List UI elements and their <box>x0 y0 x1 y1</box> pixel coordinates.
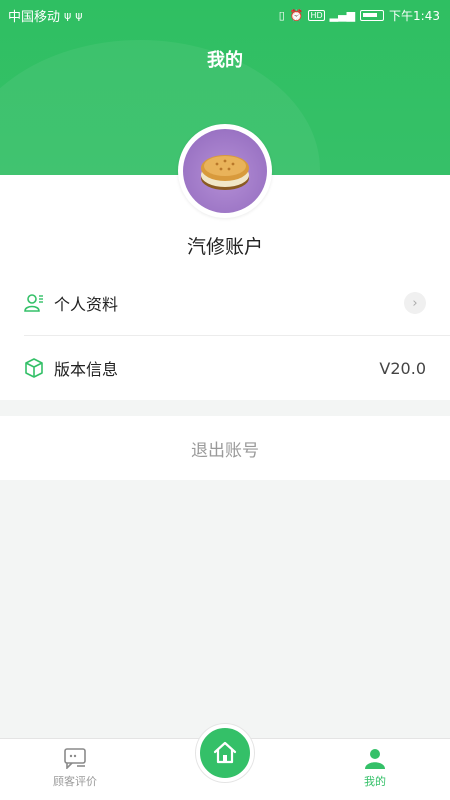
personal-info-label: 个人资料 <box>54 295 119 314</box>
hd-badge: HD <box>308 9 325 21</box>
user-profile-icon <box>24 294 43 312</box>
person-icon <box>365 749 385 769</box>
home-button[interactable] <box>196 724 254 782</box>
tab-customer-reviews-label: 顾客评价 <box>53 775 97 788</box>
home-icon <box>213 741 237 764</box>
carrier-label: 中国移动 <box>8 9 61 25</box>
box-icon <box>25 358 43 378</box>
alarm-icon: ⏰ <box>289 8 304 22</box>
battery-icon <box>360 9 385 21</box>
review-chat-icon <box>64 748 86 769</box>
signal-icon: ▂▄▆ <box>329 8 356 22</box>
cookie-icon <box>201 155 249 190</box>
vibrate-icon: ▯ <box>278 8 285 22</box>
usb-icon: ψ <box>64 8 72 22</box>
tab-mine[interactable]: 我的 <box>335 747 415 789</box>
version-value: V20.0 <box>379 358 426 378</box>
usb-debug-icon: ψ <box>75 8 83 22</box>
page-title: 我的 <box>207 50 243 71</box>
version-info-row: 版本信息 V20.0 <box>0 336 450 400</box>
logout-button[interactable]: 退出账号 <box>0 416 450 480</box>
clock-time: 下午1:43 <box>389 8 440 23</box>
status-bar: 中国移动 ψ ψ ▯ ⏰ HD ▂▄▆ 下午1:43 <box>0 0 450 30</box>
chevron-right-icon: › <box>404 292 426 314</box>
personal-info-row[interactable]: 个人资料 › <box>0 271 450 335</box>
avatar[interactable] <box>178 124 272 218</box>
avatar-image <box>183 129 267 213</box>
version-label: 版本信息 <box>54 360 119 379</box>
tab-mine-label: 我的 <box>364 775 386 788</box>
account-name: 汽修账户 <box>186 236 263 258</box>
tab-customer-reviews[interactable]: 顾客评价 <box>35 747 115 789</box>
